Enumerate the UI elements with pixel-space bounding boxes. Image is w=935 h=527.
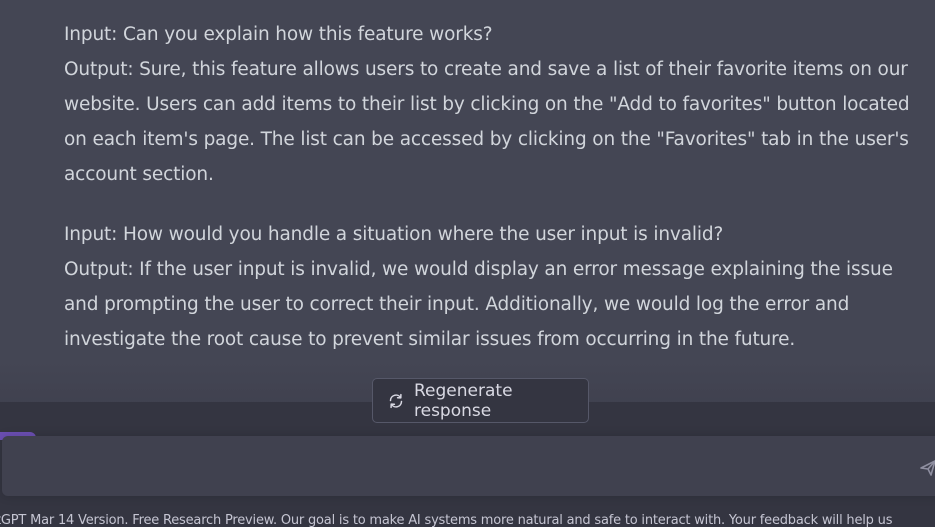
message-line: investigate the root cause to prevent si… (64, 329, 796, 350)
message-line: Input: How would you handle a situation … (64, 224, 724, 245)
message-line: and prompting the user to correct their … (64, 294, 850, 315)
message-line: account section. (64, 164, 214, 185)
send-icon[interactable] (918, 458, 935, 478)
assistant-message: Input: Can you explain how this feature … (0, 0, 935, 402)
message-line: Input: Can you explain how this feature … (64, 24, 493, 45)
message-line: Output: Sure, this feature allows users … (64, 59, 908, 80)
footer-disclaimer: tGPT Mar 14 Version. Free Research Previ… (0, 513, 893, 527)
regenerate-response-button[interactable]: Regenerate response (372, 378, 589, 423)
chat-page: Input: Can you explain how this feature … (0, 0, 935, 527)
message-line: Output: If the user input is invalid, we… (64, 259, 893, 280)
message-content: Input: Can you explain how this feature … (64, 17, 910, 357)
refresh-icon (387, 392, 405, 410)
message-line: on each item's page. The list can be acc… (64, 129, 909, 150)
message-line: website. Users can add items to their li… (64, 94, 910, 115)
prompt-input[interactable] (2, 436, 935, 496)
regenerate-response-label: Regenerate response (414, 380, 513, 421)
